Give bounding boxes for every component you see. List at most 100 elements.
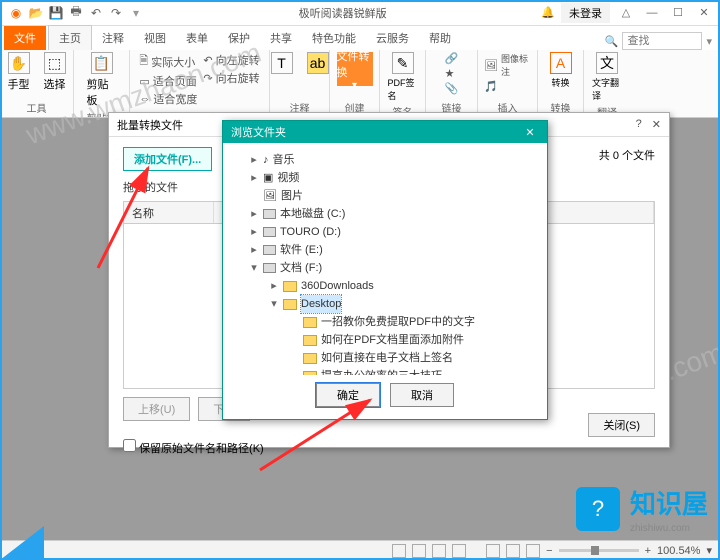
undo-icon[interactable]: ↶ <box>88 5 104 21</box>
tab-protect[interactable]: 保护 <box>218 26 260 50</box>
cancel-button[interactable]: 取消 <box>390 383 454 407</box>
tab-share[interactable]: 共享 <box>260 26 302 50</box>
add-file-button[interactable]: 添加文件(F)... <box>123 147 212 171</box>
zoom-value: 100.54% <box>657 545 700 557</box>
brand-watermark: ? 知识屋 zhishiwu.com <box>576 484 708 534</box>
dlg1-help-icon[interactable]: ? <box>636 118 642 131</box>
brand-logo-icon: ? <box>576 487 620 531</box>
fit-page[interactable]: ▭ 适合页面 <box>139 73 197 89</box>
zoom-out-icon[interactable]: − <box>546 545 552 557</box>
hand-tool[interactable]: ✋手型 <box>4 52 34 92</box>
search-icon: 🔍 <box>605 35 619 48</box>
tab-comment[interactable]: 注释 <box>92 26 134 50</box>
convert-big-btn[interactable]: A转换 <box>546 52 576 89</box>
search-input[interactable] <box>622 32 702 50</box>
ribbon-collapse-icon[interactable]: △ <box>616 6 636 19</box>
folder-icon <box>303 317 317 328</box>
ribbon: ✋手型 ⬚选择 工具 📋剪贴板 剪贴板 🗎 实际大小 ▭ 适合页面 ⇔ 适合宽度… <box>0 50 720 118</box>
layout-icon-4[interactable] <box>452 544 466 558</box>
audio-btn[interactable]: 🎵 <box>484 80 531 93</box>
selected-folder: Desktop <box>301 295 341 313</box>
layout-icon-2[interactable] <box>412 544 426 558</box>
qat-dropdown-icon[interactable]: ▾ <box>128 5 144 21</box>
keep-path-label: 保留原始文件名和路径(K) <box>139 443 264 455</box>
open-icon[interactable]: 📂 <box>28 5 44 21</box>
zoom-slider[interactable] <box>559 549 639 552</box>
folder-tree[interactable]: ▸♪音乐 ▸▣视频 🖼图片 ▸本地磁盘 (C:) ▸TOURO (D:) ▸软件… <box>223 143 547 375</box>
group-tools-label: 工具 <box>27 100 47 115</box>
attach-btn[interactable]: 📎 <box>445 82 459 95</box>
view-icon-1[interactable] <box>486 544 500 558</box>
layout-icon-3[interactable] <box>432 544 446 558</box>
close-icon[interactable]: ✕ <box>694 6 714 19</box>
rotate-right[interactable]: ↷ 向右旋转 <box>203 70 259 86</box>
disk-icon <box>263 227 276 237</box>
folder-icon <box>303 353 317 364</box>
disk-icon <box>263 245 276 255</box>
tab-special[interactable]: 特色功能 <box>302 26 366 50</box>
tab-cloud[interactable]: 云服务 <box>366 26 419 50</box>
dlg2-title: 浏览文件夹 <box>231 124 286 140</box>
col-name[interactable]: 名称 <box>124 202 214 223</box>
ok-button[interactable]: 确定 <box>316 383 380 407</box>
maximize-icon[interactable]: ☐ <box>668 6 688 19</box>
search-box: 🔍 ▾ <box>605 32 720 50</box>
actual-size[interactable]: 🗎 实际大小 <box>139 52 197 71</box>
tab-home[interactable]: 主页 <box>48 25 92 50</box>
keep-path-checkbox[interactable] <box>123 439 136 452</box>
brand-name: 知识屋 <box>630 484 708 521</box>
view-icon-2[interactable] <box>506 544 520 558</box>
browse-folder-dialog: 浏览文件夹 ✕ ▸♪音乐 ▸▣视频 🖼图片 ▸本地磁盘 (C:) ▸TOURO … <box>222 120 548 420</box>
file-convert-btn[interactable]: 文件转换▾ <box>340 52 370 86</box>
redo-icon[interactable]: ↷ <box>108 5 124 21</box>
music-icon: ♪ <box>263 151 269 169</box>
translate-btn[interactable]: 文文字翻译 <box>592 52 622 102</box>
login-status[interactable]: 未登录 <box>561 3 610 23</box>
view-icon-3[interactable] <box>526 544 540 558</box>
search-dropdown-icon[interactable]: ▾ <box>706 35 712 48</box>
dlg1-close-icon[interactable]: ✕ <box>652 118 661 131</box>
tab-form[interactable]: 表单 <box>176 26 218 50</box>
zoom-dropdown-icon[interactable]: ▾ <box>706 544 712 557</box>
print-icon[interactable]: 🖶 <box>68 5 84 21</box>
zoom-in-icon[interactable]: + <box>645 545 651 557</box>
pdf-sign-btn[interactable]: ✎PDF签名 <box>388 52 418 102</box>
minimize-icon[interactable]: — <box>642 7 662 19</box>
file-count: 共 0 个文件 <box>599 147 655 163</box>
typewriter-btn[interactable]: T <box>267 52 297 74</box>
fit-width[interactable]: ⇔ 适合宽度 <box>139 91 197 107</box>
quick-access-toolbar: ◉ 📂 💾 🖶 ↶ ↷ ▾ <box>0 5 144 21</box>
folder-icon <box>303 335 317 346</box>
disk-icon <box>263 209 276 219</box>
statusbar: − + 100.54% ▾ <box>0 540 720 560</box>
folder-icon <box>283 281 297 292</box>
app-title: 极听阅读器锐鲜版 <box>144 5 541 21</box>
corner-triangle <box>0 526 44 560</box>
move-up-button[interactable]: 上移(U) <box>123 397 190 421</box>
titlebar: ◉ 📂 💾 🖶 ↶ ↷ ▾ 极听阅读器锐鲜版 🔔 未登录 △ — ☐ ✕ <box>0 0 720 26</box>
highlight-btn[interactable]: ab <box>303 52 333 74</box>
dlg1-title: 批量转换文件 <box>117 117 183 133</box>
app-icon: ◉ <box>8 5 24 21</box>
notify-icon[interactable]: 🔔 <box>541 6 555 19</box>
save-icon[interactable]: 💾 <box>48 5 64 21</box>
brand-sub: zhishiwu.com <box>630 523 708 534</box>
video-icon: ▣ <box>263 169 273 187</box>
ribbon-tabs: 文件 主页 注释 视图 表单 保护 共享 特色功能 云服务 帮助 🔍 ▾ <box>0 26 720 50</box>
layout-icon-1[interactable] <box>392 544 406 558</box>
dlg2-close-icon[interactable]: ✕ <box>521 126 539 139</box>
link-btn[interactable]: 🔗 <box>445 52 459 65</box>
tab-view[interactable]: 视图 <box>134 26 176 50</box>
pictures-icon: 🖼 <box>263 187 277 205</box>
img-annotate-btn[interactable]: 🖼 图像标注 <box>484 52 531 78</box>
disk-icon <box>263 263 276 273</box>
tab-file[interactable]: 文件 <box>4 26 46 50</box>
tab-help[interactable]: 帮助 <box>419 26 461 50</box>
clipboard-btn[interactable]: 📋剪贴板 <box>87 52 117 108</box>
rotate-left[interactable]: ↶ 向左旋转 <box>203 52 259 68</box>
dlg1-close-button[interactable]: 关闭(S) <box>588 413 655 437</box>
select-tool[interactable]: ⬚选择 <box>40 52 70 92</box>
folder-icon <box>303 371 317 376</box>
bookmark-btn[interactable]: ★ <box>445 67 459 80</box>
folder-icon <box>283 299 297 310</box>
